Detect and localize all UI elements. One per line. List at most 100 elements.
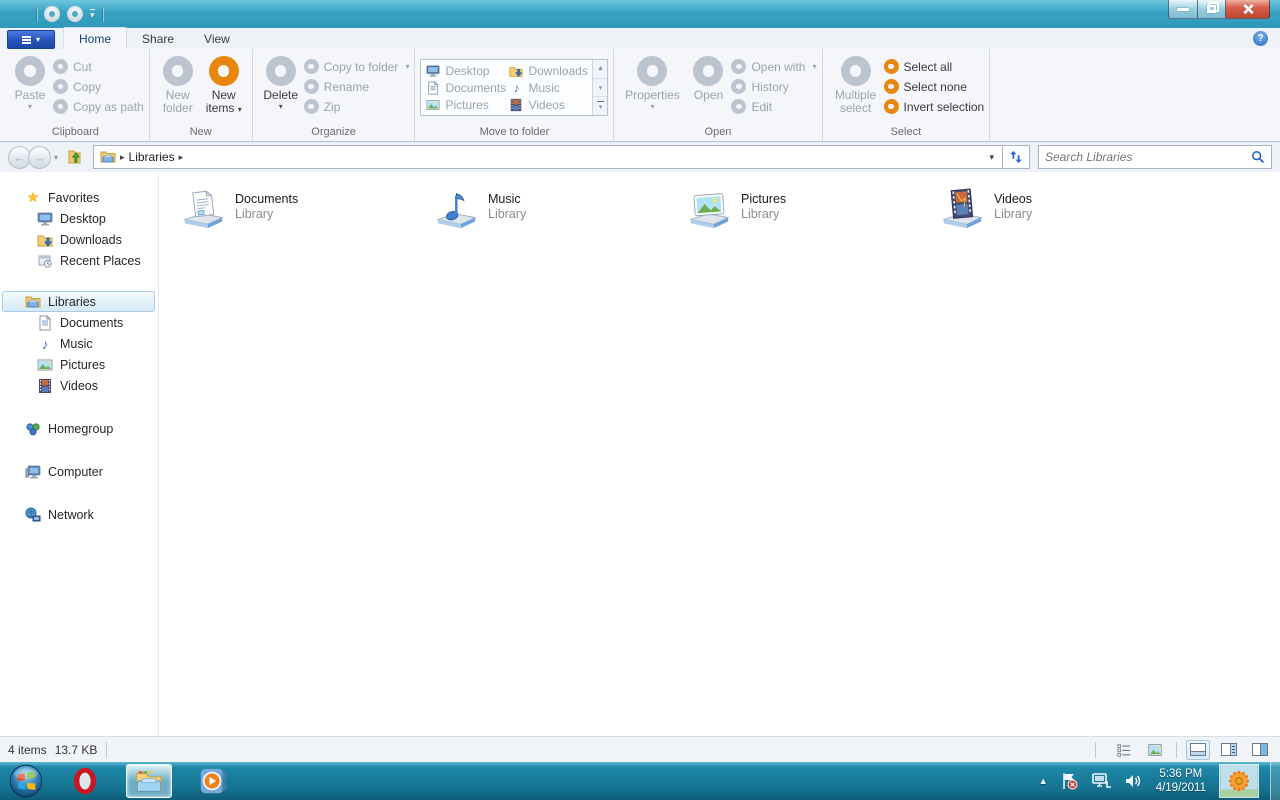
taskbar: ▲ 5:36 PM 4/19/2011: [0, 762, 1280, 800]
sidebar-item-documents[interactable]: Documents: [0, 312, 158, 333]
selection-size: 13.7 KB: [55, 743, 98, 757]
breadcrumb-arrow-icon[interactable]: ▸: [120, 152, 125, 163]
sidebar-item-pictures[interactable]: Pictures: [0, 354, 158, 375]
search-input[interactable]: [1045, 150, 1251, 164]
gallery-expand-button[interactable]: ▾: [593, 97, 607, 115]
move-to-music-button[interactable]: ♪ Music: [509, 79, 592, 96]
sidebar-item-downloads[interactable]: Downloads: [0, 229, 158, 250]
navigation-bar: ← → ▾ ▸ Libraries ▸ ▾: [0, 142, 1280, 172]
new-items-button[interactable]: New items ▾: [201, 52, 247, 125]
explorer-taskbar-button[interactable]: [126, 764, 172, 798]
copy-button[interactable]: Copy: [53, 79, 144, 94]
file-menu-button[interactable]: ▾: [7, 30, 55, 49]
layout-pane-off-button[interactable]: [1186, 740, 1210, 760]
sidebar-item-computer[interactable]: Computer: [0, 461, 158, 482]
sidebar-item-homegroup[interactable]: Homegroup: [0, 418, 158, 439]
rename-button[interactable]: Rename: [304, 79, 410, 94]
restore-button[interactable]: [1198, 0, 1226, 19]
sidebar-item-music[interactable]: ♪ Music: [0, 333, 158, 354]
file-list: Documents Library Music Library: [159, 172, 1280, 736]
star-icon: ★: [25, 189, 41, 206]
customize-qat-chevron-icon[interactable]: ▾: [90, 9, 95, 20]
delete-button[interactable]: Delete ▾: [258, 52, 304, 125]
open-with-button[interactable]: Open with▾: [731, 59, 816, 74]
select-all-button[interactable]: Select all: [884, 59, 985, 74]
move-to-pictures-button[interactable]: Pictures: [426, 96, 509, 113]
search-icon[interactable]: [1251, 150, 1265, 164]
windows-start-icon: [8, 763, 44, 799]
network-tray-icon[interactable]: [1090, 771, 1112, 791]
select-none-button[interactable]: Select none: [884, 79, 985, 94]
chevron-down-icon: ▾: [36, 36, 40, 44]
show-hidden-icons-chevron-icon[interactable]: ▲: [1039, 776, 1048, 786]
action-center-flag-icon[interactable]: [1059, 771, 1079, 791]
tab-view[interactable]: View: [189, 28, 245, 49]
cut-button[interactable]: Cut: [53, 59, 144, 74]
ribbon-empty-area: [990, 49, 1280, 141]
move-to-videos-button[interactable]: Videos: [509, 96, 592, 113]
recent-pages-chevron-icon[interactable]: ▾: [54, 153, 58, 162]
address-bar[interactable]: ▸ Libraries ▸ ▾: [93, 145, 1003, 169]
move-to-documents-button[interactable]: Documents: [426, 79, 509, 96]
copy-to-folder-button[interactable]: Copy to folder▾: [304, 59, 410, 74]
layout-preview-pane-button[interactable]: [1248, 740, 1272, 760]
opera-taskbar-icon[interactable]: [70, 766, 100, 796]
sidebar-item-libraries[interactable]: Libraries: [2, 291, 155, 312]
history-button[interactable]: History: [731, 79, 816, 94]
sidebar-item-desktop[interactable]: Desktop: [0, 208, 158, 229]
layout-details-pane-button[interactable]: [1217, 740, 1241, 760]
show-desktop-button[interactable]: [1270, 762, 1280, 800]
volume-tray-icon[interactable]: [1123, 771, 1143, 791]
details-view-button[interactable]: [1112, 740, 1136, 760]
gallery-scroll-up-button[interactable]: ▲: [593, 60, 607, 79]
sidebar-item-recent-places[interactable]: Recent Places: [0, 250, 158, 271]
music-note-icon: ♪: [37, 336, 53, 352]
sidebar-item-network[interactable]: Network: [0, 504, 158, 525]
library-tile-music[interactable]: Music Library: [433, 186, 686, 232]
breadcrumb-arrow-icon[interactable]: ▸: [179, 152, 184, 163]
group-label-new: New: [150, 125, 252, 141]
sidebar-item-favorites[interactable]: ★ Favorites: [0, 187, 158, 208]
group-label-clipboard: Clipboard: [2, 125, 149, 141]
new-folder-button[interactable]: New folder: [155, 52, 201, 125]
media-player-taskbar-icon[interactable]: [198, 766, 228, 796]
minimize-button[interactable]: [1168, 0, 1198, 19]
open-button[interactable]: Open: [685, 52, 731, 125]
library-tile-pictures[interactable]: Pictures Library: [686, 186, 939, 232]
thumbnail-icon: [1148, 743, 1162, 757]
close-button[interactable]: [1226, 0, 1270, 19]
picture-icon: [37, 357, 53, 373]
library-tile-documents[interactable]: Documents Library: [180, 186, 433, 232]
start-button[interactable]: [6, 762, 46, 800]
library-tile-videos[interactable]: Videos Library: [939, 186, 1192, 232]
paste-button[interactable]: Paste ▾: [7, 52, 53, 125]
multiple-select-button[interactable]: Multiple select: [828, 52, 884, 125]
edit-button[interactable]: Edit: [731, 99, 816, 114]
history-icon: [731, 79, 746, 94]
up-one-level-button[interactable]: [63, 146, 87, 168]
tab-share[interactable]: Share: [127, 28, 189, 49]
refresh-button[interactable]: [1003, 145, 1030, 169]
zip-button[interactable]: Zip: [304, 99, 410, 114]
invert-selection-button[interactable]: Invert selection: [884, 99, 985, 114]
taskbar-clock[interactable]: 5:36 PM 4/19/2011: [1156, 767, 1206, 795]
qat-button-1-icon[interactable]: [44, 6, 60, 22]
properties-button[interactable]: Properties ▾: [619, 52, 685, 125]
ribbon-group-organize: Delete ▾ Copy to folder▾ Rename Zip Orga…: [253, 49, 416, 141]
gallery-scroll-down-button[interactable]: ▾: [593, 79, 607, 98]
item-count: 4 items: [8, 743, 47, 757]
main-area: ★ Favorites Desktop Downloads Recent Pla…: [0, 172, 1280, 736]
move-to-desktop-button[interactable]: Desktop: [426, 62, 509, 79]
group-label-open: Open: [614, 125, 821, 141]
address-dropdown-chevron-icon[interactable]: ▾: [985, 152, 998, 163]
spacer: [0, 396, 158, 418]
qat-button-2-icon[interactable]: [67, 6, 83, 22]
help-icon[interactable]: ?: [1253, 31, 1268, 46]
tab-home[interactable]: Home: [63, 27, 127, 49]
forward-button[interactable]: →: [28, 146, 51, 169]
copy-as-path-button[interactable]: Copy as path: [53, 99, 144, 114]
move-to-downloads-button[interactable]: Downloads: [509, 62, 592, 79]
large-icons-view-button[interactable]: [1143, 740, 1167, 760]
breadcrumb-location[interactable]: Libraries: [129, 150, 175, 164]
sidebar-item-videos[interactable]: Videos: [0, 375, 158, 396]
